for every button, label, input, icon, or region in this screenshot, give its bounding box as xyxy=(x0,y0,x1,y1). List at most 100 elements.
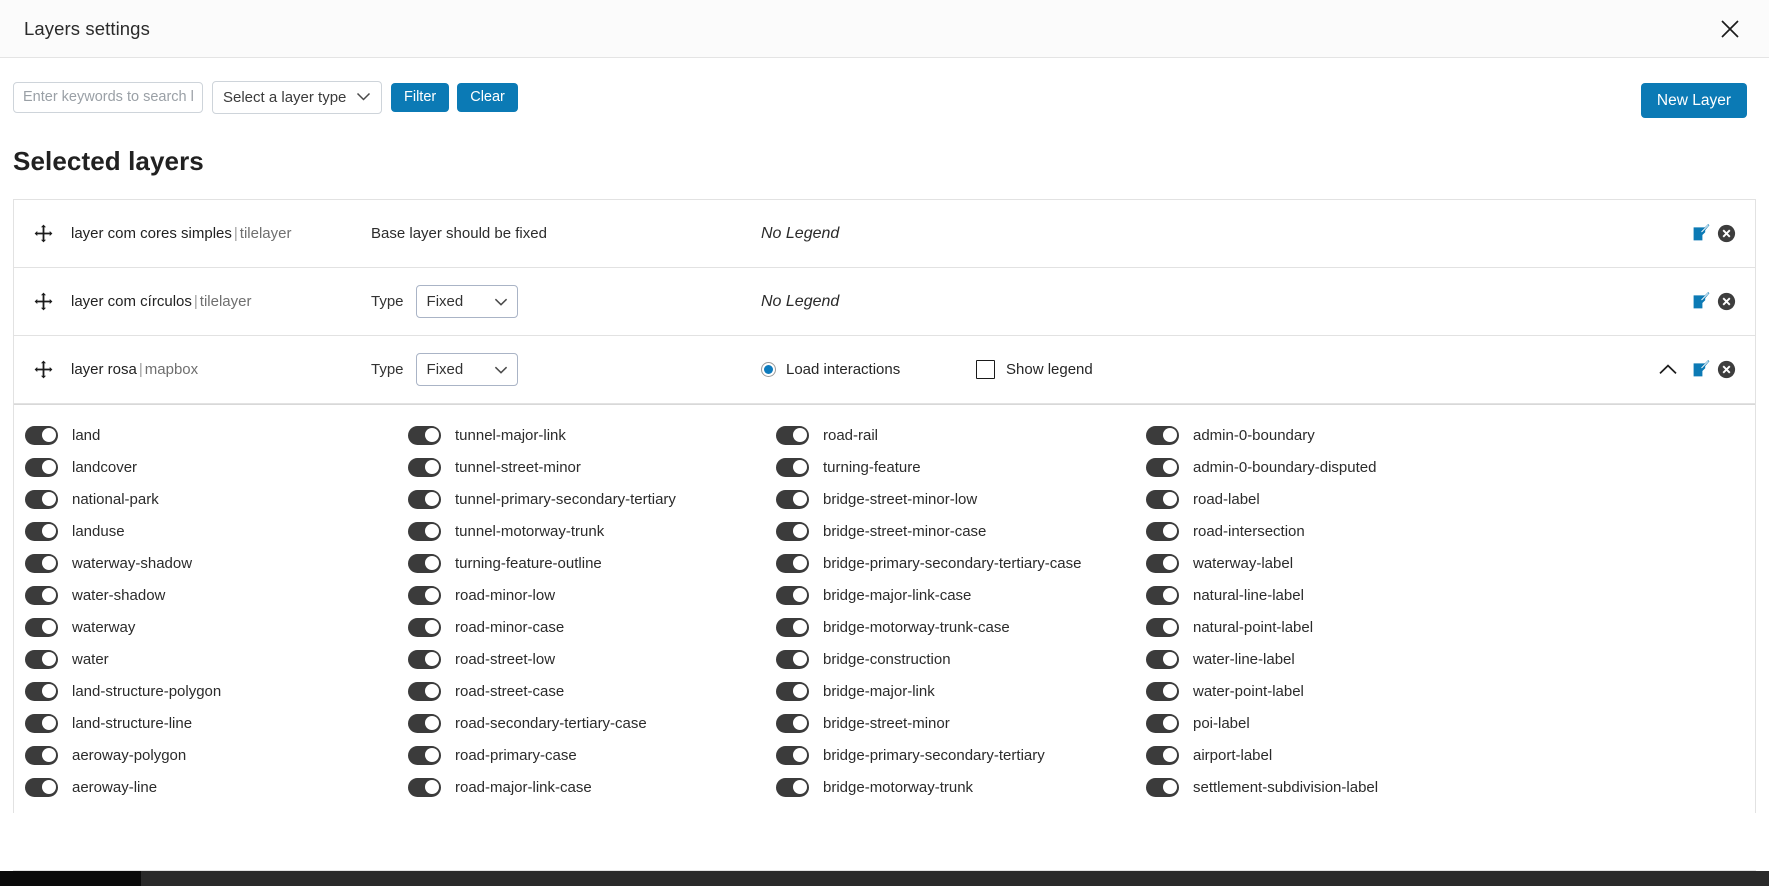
sublayer-toggle[interactable] xyxy=(25,489,58,509)
sublayer-toggle[interactable] xyxy=(1146,681,1179,701)
chevron-down-icon xyxy=(494,361,508,378)
sublayer-toggle[interactable] xyxy=(25,745,58,765)
close-icon[interactable] xyxy=(1713,12,1747,46)
sublayer-item: tunnel-primary-secondary-tertiary xyxy=(397,483,765,515)
sublayer-toggle[interactable] xyxy=(408,681,441,701)
sublayer-toggle[interactable] xyxy=(25,713,58,733)
sublayer-toggle[interactable] xyxy=(408,521,441,541)
toggle-knob-icon xyxy=(1162,523,1177,538)
layer-name: layer rosa | mapbox xyxy=(71,361,371,378)
layer-type-select[interactable]: Select a layer type xyxy=(212,80,382,114)
sublayer-item: land-structure-line xyxy=(14,707,397,739)
sublayer-toggle[interactable] xyxy=(1146,649,1179,669)
sublayer-toggle[interactable] xyxy=(25,681,58,701)
drag-handle-icon[interactable] xyxy=(30,357,56,383)
sublayer-toggle[interactable] xyxy=(25,553,58,573)
chevron-down-icon xyxy=(356,89,371,106)
sublayer-toggle[interactable] xyxy=(776,745,809,765)
toggle-knob-icon xyxy=(792,779,807,794)
sublayer-item: airport-label xyxy=(1135,739,1755,771)
sublayer-toggle[interactable] xyxy=(408,745,441,765)
sublayer-toggle[interactable] xyxy=(776,521,809,541)
load-interactions-radio-group[interactable]: Load interactions xyxy=(761,361,976,378)
sublayer-item: waterway xyxy=(14,611,397,643)
sublayer-toggle[interactable] xyxy=(1146,425,1179,445)
search-input[interactable] xyxy=(13,81,203,113)
load-interactions-radio[interactable] xyxy=(761,362,776,377)
selected-layers-list: layer com cores simples | tilelayer Base l… xyxy=(13,199,1756,813)
sublayer-toggle[interactable] xyxy=(1146,745,1179,765)
layer-name: layer com cores simples | tilelayer xyxy=(71,225,371,242)
horizontal-scrollbar[interactable] xyxy=(0,871,1769,886)
delete-icon[interactable] xyxy=(1715,359,1737,381)
sublayer-toggle[interactable] xyxy=(776,425,809,445)
modal-header: Layers settings xyxy=(0,0,1769,58)
sublayer-toggle[interactable] xyxy=(408,617,441,637)
new-layer-button[interactable]: New Layer xyxy=(1640,82,1747,118)
toggle-knob-icon xyxy=(424,523,439,538)
chevron-up-icon[interactable] xyxy=(1657,359,1679,381)
layer-kind: mapbox xyxy=(144,361,199,378)
toggle-knob-icon xyxy=(41,619,56,634)
sublayer-toggle[interactable] xyxy=(776,777,809,797)
sublayer-item: bridge-street-minor-case xyxy=(765,515,1135,547)
sublayer-toggle[interactable] xyxy=(408,713,441,733)
layer-row: layer rosa | mapbox Type Fixed Load intera… xyxy=(14,336,1755,404)
drag-handle-icon[interactable] xyxy=(30,289,56,315)
filter-button[interactable]: Filter xyxy=(391,82,450,112)
sublayer-toggle[interactable] xyxy=(1146,457,1179,477)
sublayer-toggle[interactable] xyxy=(25,425,58,445)
row-actions xyxy=(1690,223,1737,245)
layer-kind: tilelayer xyxy=(239,225,292,242)
show-legend-checkbox-group[interactable]: Show legend xyxy=(976,360,1093,379)
sublayer-toggle[interactable] xyxy=(408,457,441,477)
sublayer-toggle[interactable] xyxy=(408,585,441,605)
clear-button[interactable]: Clear xyxy=(457,82,518,112)
sublayer-toggle[interactable] xyxy=(408,777,441,797)
sublayer-toggle[interactable] xyxy=(25,521,58,541)
sublayer-toggle[interactable] xyxy=(776,585,809,605)
sublayer-toggle[interactable] xyxy=(776,489,809,509)
sublayer-toggle[interactable] xyxy=(408,489,441,509)
sublayer-toggle[interactable] xyxy=(1146,489,1179,509)
toggle-knob-icon xyxy=(792,491,807,506)
sublayer-toggle[interactable] xyxy=(25,457,58,477)
sublayer-item: bridge-primary-secondary-tertiary xyxy=(765,739,1135,771)
sublayer-label: road-secondary-tertiary-case xyxy=(455,714,647,732)
sublayer-item: water-line-label xyxy=(1135,643,1755,675)
sublayer-toggle[interactable] xyxy=(1146,713,1179,733)
toggle-knob-icon xyxy=(424,555,439,570)
sublayer-toggle[interactable] xyxy=(776,553,809,573)
sublayer-label: bridge-motorway-trunk-case xyxy=(823,618,1010,636)
edit-icon[interactable] xyxy=(1690,359,1712,381)
sublayer-toggle[interactable] xyxy=(1146,521,1179,541)
toggle-knob-icon xyxy=(1162,715,1177,730)
sublayer-toggle[interactable] xyxy=(25,649,58,669)
sublayer-toggle[interactable] xyxy=(25,585,58,605)
horizontal-scrollbar-thumb[interactable] xyxy=(0,871,141,886)
sublayer-toggle[interactable] xyxy=(776,617,809,637)
sublayer-toggle[interactable] xyxy=(408,425,441,445)
sublayer-label: road-label xyxy=(1193,490,1260,508)
sublayer-toggle[interactable] xyxy=(1146,585,1179,605)
sublayer-toggle[interactable] xyxy=(1146,617,1179,637)
edit-icon[interactable] xyxy=(1690,291,1712,313)
sublayer-toggle[interactable] xyxy=(1146,553,1179,573)
edit-icon[interactable] xyxy=(1690,223,1712,245)
sublayer-toggle[interactable] xyxy=(776,457,809,477)
layer-type-dropdown[interactable]: Fixed xyxy=(415,285,518,318)
show-legend-checkbox[interactable] xyxy=(976,360,995,379)
layer-type-dropdown[interactable]: Fixed xyxy=(415,353,518,386)
sublayer-toggle[interactable] xyxy=(776,649,809,669)
sublayer-toggle[interactable] xyxy=(1146,777,1179,797)
sublayer-toggle[interactable] xyxy=(776,713,809,733)
sublayer-toggle[interactable] xyxy=(408,649,441,669)
delete-icon[interactable] xyxy=(1715,223,1737,245)
sublayer-toggle[interactable] xyxy=(776,681,809,701)
toggle-knob-icon xyxy=(424,651,439,666)
sublayer-toggle[interactable] xyxy=(408,553,441,573)
drag-handle-icon[interactable] xyxy=(30,221,56,247)
sublayer-toggle[interactable] xyxy=(25,617,58,637)
delete-icon[interactable] xyxy=(1715,291,1737,313)
sublayer-toggle[interactable] xyxy=(25,777,58,797)
